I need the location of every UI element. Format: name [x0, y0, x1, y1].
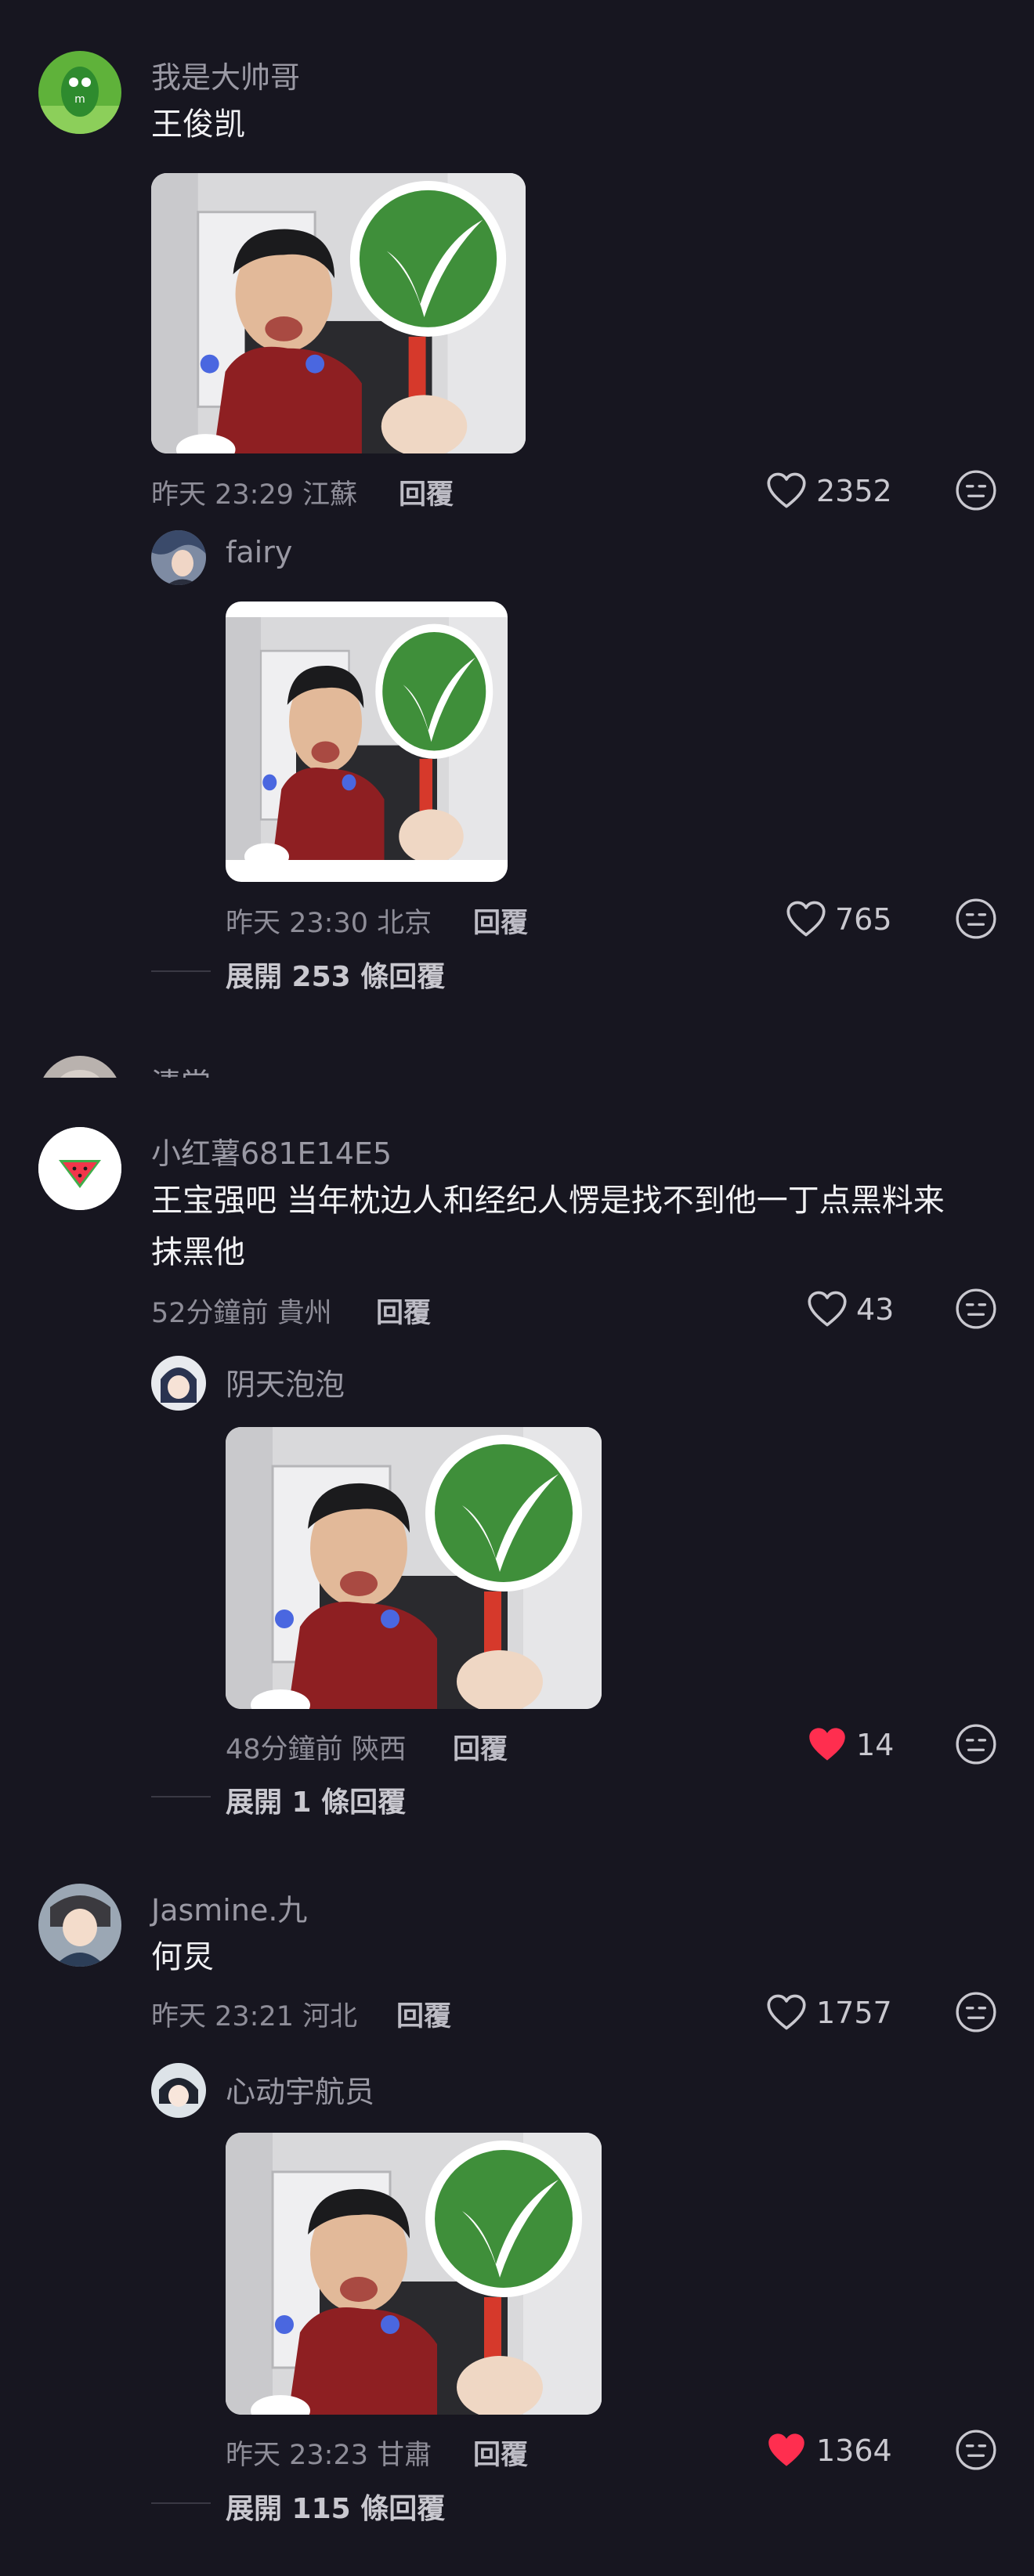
reply-button[interactable]: 回覆 [399, 472, 454, 512]
like-count: 2352 [816, 474, 892, 508]
comment-username[interactable]: 清當 [151, 1060, 211, 1078]
like-count: 1757 [816, 1996, 892, 2030]
heart-outline-icon[interactable] [766, 471, 807, 509]
like-count: 43 [856, 1292, 895, 1327]
reply-meta: 昨天 23:23 甘肅 [226, 2440, 432, 2471]
heart-filled-icon[interactable] [807, 1725, 848, 1763]
like-count: 1364 [816, 2433, 892, 2468]
reply-avatar[interactable] [151, 530, 206, 585]
neutral-face-icon[interactable] [955, 898, 997, 940]
reply-button[interactable]: 回覆 [473, 2433, 528, 2473]
comment-username[interactable]: 小红薯681E14E5 [151, 1129, 392, 1172]
reply-username[interactable]: 心动宇航员 [226, 2068, 374, 2111]
comment-meta: 昨天 23:29 江蘇 [151, 479, 358, 511]
comment-text: 王俊凯 [151, 107, 245, 143]
neutral-face-icon[interactable] [955, 469, 997, 511]
neutral-face-icon[interactable] [955, 1991, 997, 2033]
reply-button[interactable]: 回覆 [396, 1994, 451, 2034]
like-count: 765 [835, 902, 892, 937]
heart-outline-icon[interactable] [807, 1290, 848, 1328]
reply-avatar[interactable] [151, 1356, 206, 1411]
clipped-comment-row: 清當 [0, 1056, 1034, 1078]
reply-button[interactable]: 回覆 [376, 1291, 431, 1331]
reply-button[interactable]: 回覆 [453, 1727, 508, 1767]
reply-meta: 48分鐘前 陝西 [226, 1734, 407, 1765]
reply-sticker-image[interactable] [226, 2133, 602, 2415]
reply-button[interactable]: 回覆 [473, 901, 528, 941]
heart-filled-icon[interactable] [766, 2431, 807, 2469]
comment-text: 何炅 [151, 1939, 214, 1975]
avatar[interactable] [38, 1127, 121, 1210]
like-count: 14 [856, 1728, 895, 1762]
reply-username[interactable]: fairy [226, 535, 292, 569]
avatar[interactable] [38, 1884, 121, 1967]
expand-replies-button[interactable]: 展開 253 條回覆 [226, 954, 445, 995]
avatar[interactable] [38, 1056, 121, 1078]
svg-text:m: m [74, 93, 85, 106]
expand-divider [151, 2502, 211, 2504]
heart-outline-icon[interactable] [786, 900, 826, 938]
expand-divider [151, 970, 211, 972]
expand-replies-button[interactable]: 展開 115 條回覆 [226, 2486, 445, 2527]
avatar[interactable]: m [38, 51, 121, 134]
heart-outline-icon[interactable] [766, 1993, 807, 2031]
reply-username[interactable]: 阴天泡泡 [226, 1360, 345, 1404]
comment-username[interactable]: Jasmine.九 [151, 1886, 307, 1929]
reply-sticker-image[interactable] [226, 1427, 602, 1709]
expand-replies-button[interactable]: 展開 1 條回覆 [226, 1779, 406, 1820]
comment-text-line1: 王宝强吧 当年枕边人和经纪人愣是找不到他一丁点黑料来 [151, 1183, 945, 1219]
reply-sticker-image[interactable] [226, 602, 508, 882]
comment-meta: 52分鐘前 貴州 [151, 1298, 332, 1329]
comment-text-line2: 抹黑他 [151, 1234, 245, 1270]
expand-divider [151, 1796, 211, 1797]
comment-meta: 昨天 23:21 河北 [151, 2001, 358, 2032]
reply-meta: 昨天 23:30 北京 [226, 908, 432, 939]
neutral-face-icon[interactable] [955, 2429, 997, 2471]
neutral-face-icon[interactable] [955, 1288, 997, 1330]
comment-sticker-image[interactable] [151, 173, 526, 453]
reply-avatar[interactable] [151, 2063, 206, 2118]
comment-username[interactable]: 我是大帅哥 [151, 53, 300, 96]
neutral-face-icon[interactable] [955, 1723, 997, 1765]
